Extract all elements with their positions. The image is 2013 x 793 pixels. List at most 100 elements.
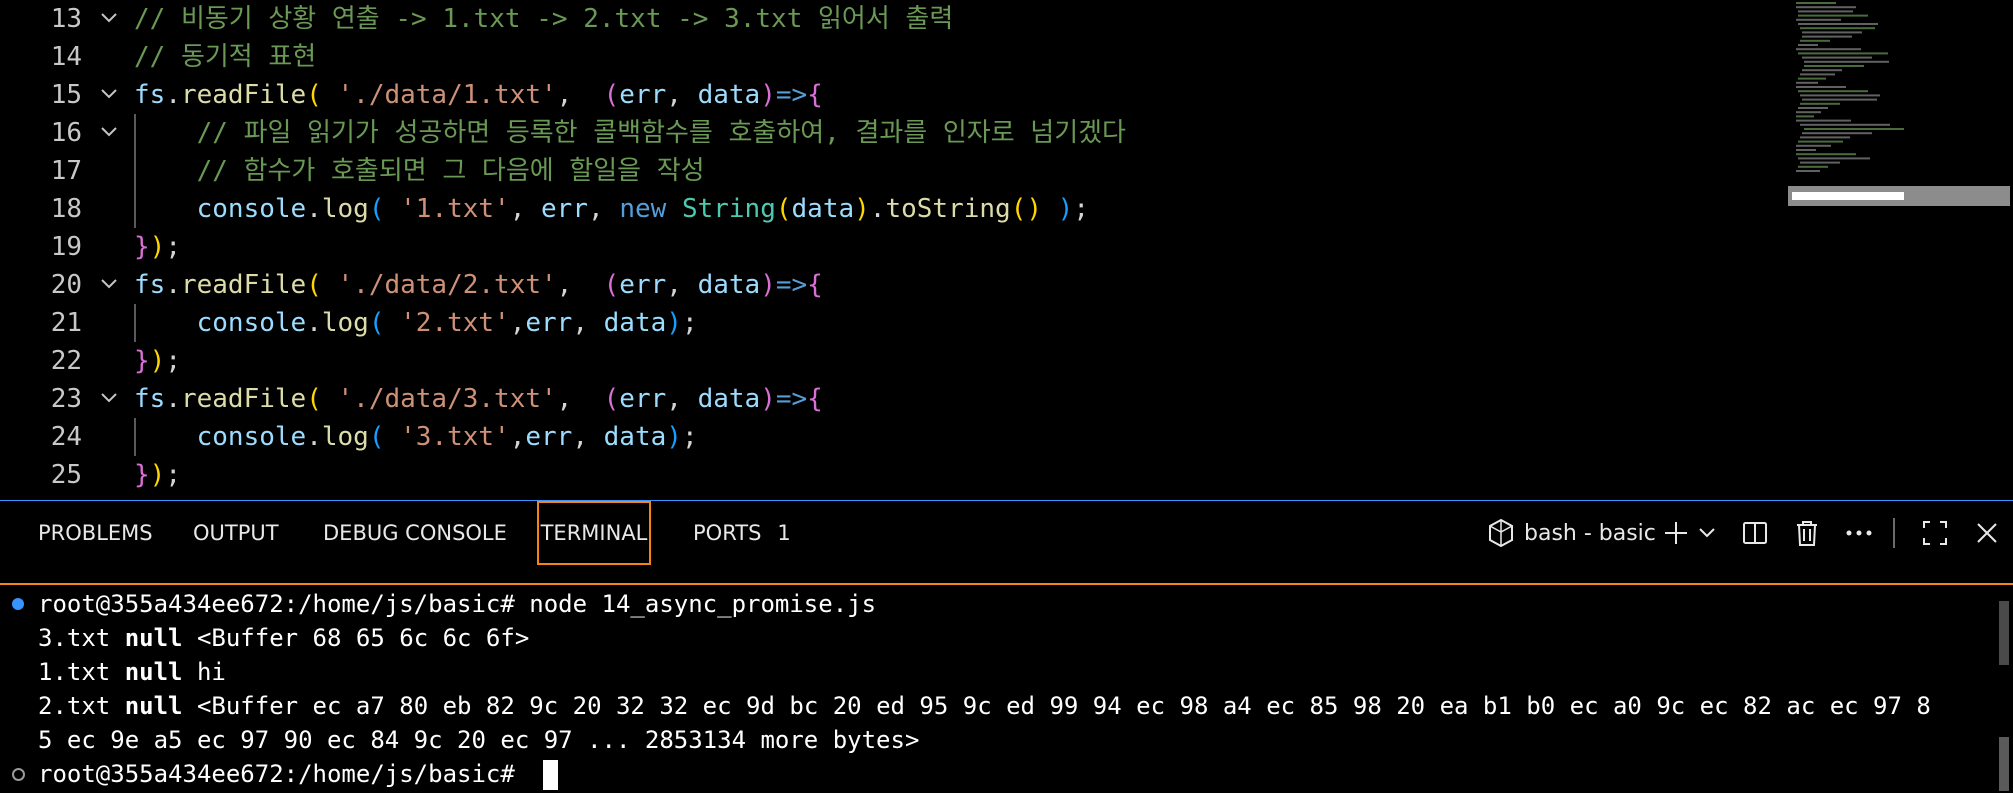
code-token: (	[368, 194, 401, 224]
chevron-down-icon[interactable]	[1694, 501, 1720, 565]
code-text: });	[134, 342, 181, 380]
code-token: log	[321, 194, 369, 224]
terminal-bold-text: null	[124, 692, 183, 720]
line-number: 14	[50, 42, 82, 72]
minimap-line	[1800, 73, 1835, 76]
fold-chevron-icon[interactable]	[98, 266, 122, 304]
fold-chevron-icon[interactable]	[98, 76, 122, 114]
minimap-line	[1798, 107, 1828, 109]
close-icon[interactable]	[1970, 501, 2004, 565]
terminal-text: 1.txt	[38, 658, 125, 686]
code-line[interactable]: 24 console.log( '3.txt',err, data);	[0, 418, 1780, 456]
code-line[interactable]: 14 // 동기적 표현	[0, 38, 1780, 76]
minimap-line	[1796, 81, 1818, 84]
terminal-line: root@355a434ee672:/home/js/basic#	[38, 757, 559, 791]
code-token: err	[619, 384, 667, 414]
code-line[interactable]: 15 fs.readFile( './data/1.txt', (err, dat…	[0, 76, 1780, 114]
code-line[interactable]: 17 // 함수가 호출되면 그 다음에 할일을 작성	[0, 152, 1780, 190]
code-token: '1.txt'	[400, 194, 510, 224]
code-token: }	[134, 460, 150, 490]
tab-problems[interactable]: PROBLEMS	[38, 501, 153, 565]
code-line[interactable]: 18 console.log( '1.txt', err, new String…	[0, 190, 1780, 228]
code-token: String	[681, 194, 776, 224]
terminal-output[interactable]: root@355a434ee672:/home/js/basic# node 1…	[0, 587, 2013, 793]
code-token: ,	[556, 384, 604, 414]
minimap-line	[1804, 65, 1864, 67]
code-editor[interactable]: 13 // 비동기 상황 연출 -> 1.txt -> 2.txt -> 3.tx…	[0, 0, 2013, 500]
toolbar-divider	[1893, 501, 1895, 565]
plus-icon[interactable]	[1660, 501, 1692, 565]
minimap-line	[1796, 170, 1820, 172]
code-token: '3.txt'	[400, 422, 510, 452]
code-token: ,	[509, 422, 526, 452]
minimap-line	[1796, 149, 1816, 151]
split-icon[interactable]	[1738, 501, 1772, 565]
maximize-icon[interactable]	[1918, 501, 1952, 565]
terminal-scrollbar-overview[interactable]	[1999, 601, 2009, 665]
code-token: toString	[885, 194, 1011, 224]
command-pending-decoration[interactable]	[12, 768, 25, 781]
code-line[interactable]: 20 fs.readFile( './data/2.txt', (err, dat…	[0, 266, 1780, 304]
terminal-text: 5 ec 9e a5 ec 97 90 ec 84 9c 20 ec 97 ..…	[38, 726, 920, 754]
code-token: ;	[165, 460, 181, 490]
tab-output[interactable]: OUTPUT	[193, 501, 279, 565]
code-line[interactable]: 19});	[0, 228, 1780, 266]
minimap-line	[1798, 140, 1843, 143]
terminal-text: hi	[182, 658, 226, 686]
code-line[interactable]: 16 // 파일 읽기가 성공하면 등록한 콜백함수를 호출하여, 결과를 인자…	[0, 114, 1780, 152]
code-token: ;	[165, 346, 181, 376]
minimap-line	[1802, 31, 1862, 34]
minimap-line	[1802, 35, 1852, 38]
code-token: readFile	[180, 80, 307, 110]
minimap-line	[1802, 69, 1842, 72]
tab-terminal[interactable]: TERMINAL	[537, 501, 651, 565]
code-line[interactable]: 13 // 비동기 상황 연출 -> 1.txt -> 2.txt -> 3.tx…	[0, 0, 1780, 38]
code-line[interactable]: 21 console.log( '2.txt',err, data);	[0, 304, 1780, 342]
command-success-decoration[interactable]	[12, 598, 24, 610]
terminal-name[interactable]: bash - basic	[1524, 501, 1674, 565]
ellipsis-icon[interactable]	[1842, 501, 1876, 565]
fold-chevron-icon[interactable]	[98, 0, 122, 38]
terminal-text: 2.txt	[38, 692, 125, 720]
code-token: readFile	[180, 384, 307, 414]
code-line[interactable]: 22});	[0, 342, 1780, 380]
minimap-line	[1800, 136, 1850, 139]
terminal-scrollbar-thumb[interactable]	[1999, 737, 2009, 791]
line-number: 22	[50, 346, 82, 376]
line-number: 15	[50, 80, 82, 110]
code-token: // 파일 읽기가 성공하면 등록한 콜백함수를 호출하여, 결과를 인자로 넘…	[134, 118, 1126, 148]
fold-chevron-icon[interactable]	[98, 114, 122, 152]
minimap-line	[1796, 18, 1841, 21]
code-line[interactable]: 25});	[0, 456, 1780, 494]
minimap-line	[1800, 39, 1830, 42]
line-number: 24	[50, 422, 82, 452]
tab-debug-console[interactable]: DEBUG CONSOLE	[323, 501, 507, 565]
code-token: ,	[509, 194, 542, 224]
code-token: ;	[681, 308, 698, 338]
code-token: }	[134, 232, 150, 262]
code-line[interactable]: 23 fs.readFile( './data/3.txt', (err, dat…	[0, 380, 1780, 418]
code-text: });	[134, 228, 181, 266]
trash-icon[interactable]	[1790, 501, 1824, 565]
tab-ports[interactable]: PORTS 1	[693, 501, 791, 565]
code-text: console.log( '2.txt',err, data);	[134, 304, 698, 342]
code-token: )	[149, 232, 166, 262]
fold-chevron-icon[interactable]	[98, 380, 122, 418]
minimap-line	[1796, 6, 1856, 9]
code-token: (	[368, 422, 401, 452]
terminal-bash-icon	[1484, 501, 1518, 565]
minimap-line	[1796, 111, 1821, 114]
minimap-line	[1798, 77, 1826, 80]
minimap-line	[1798, 23, 1878, 25]
code-token: './data/1.txt'	[337, 80, 557, 110]
minimap-line	[1802, 56, 1872, 59]
line-number: 16	[50, 118, 82, 148]
minimap-line	[1796, 144, 1831, 147]
minimap[interactable]	[1782, 0, 2013, 500]
terminal-line: root@355a434ee672:/home/js/basic# node 1…	[38, 587, 876, 621]
code-token: new	[619, 194, 682, 224]
code-token: console	[196, 194, 307, 224]
